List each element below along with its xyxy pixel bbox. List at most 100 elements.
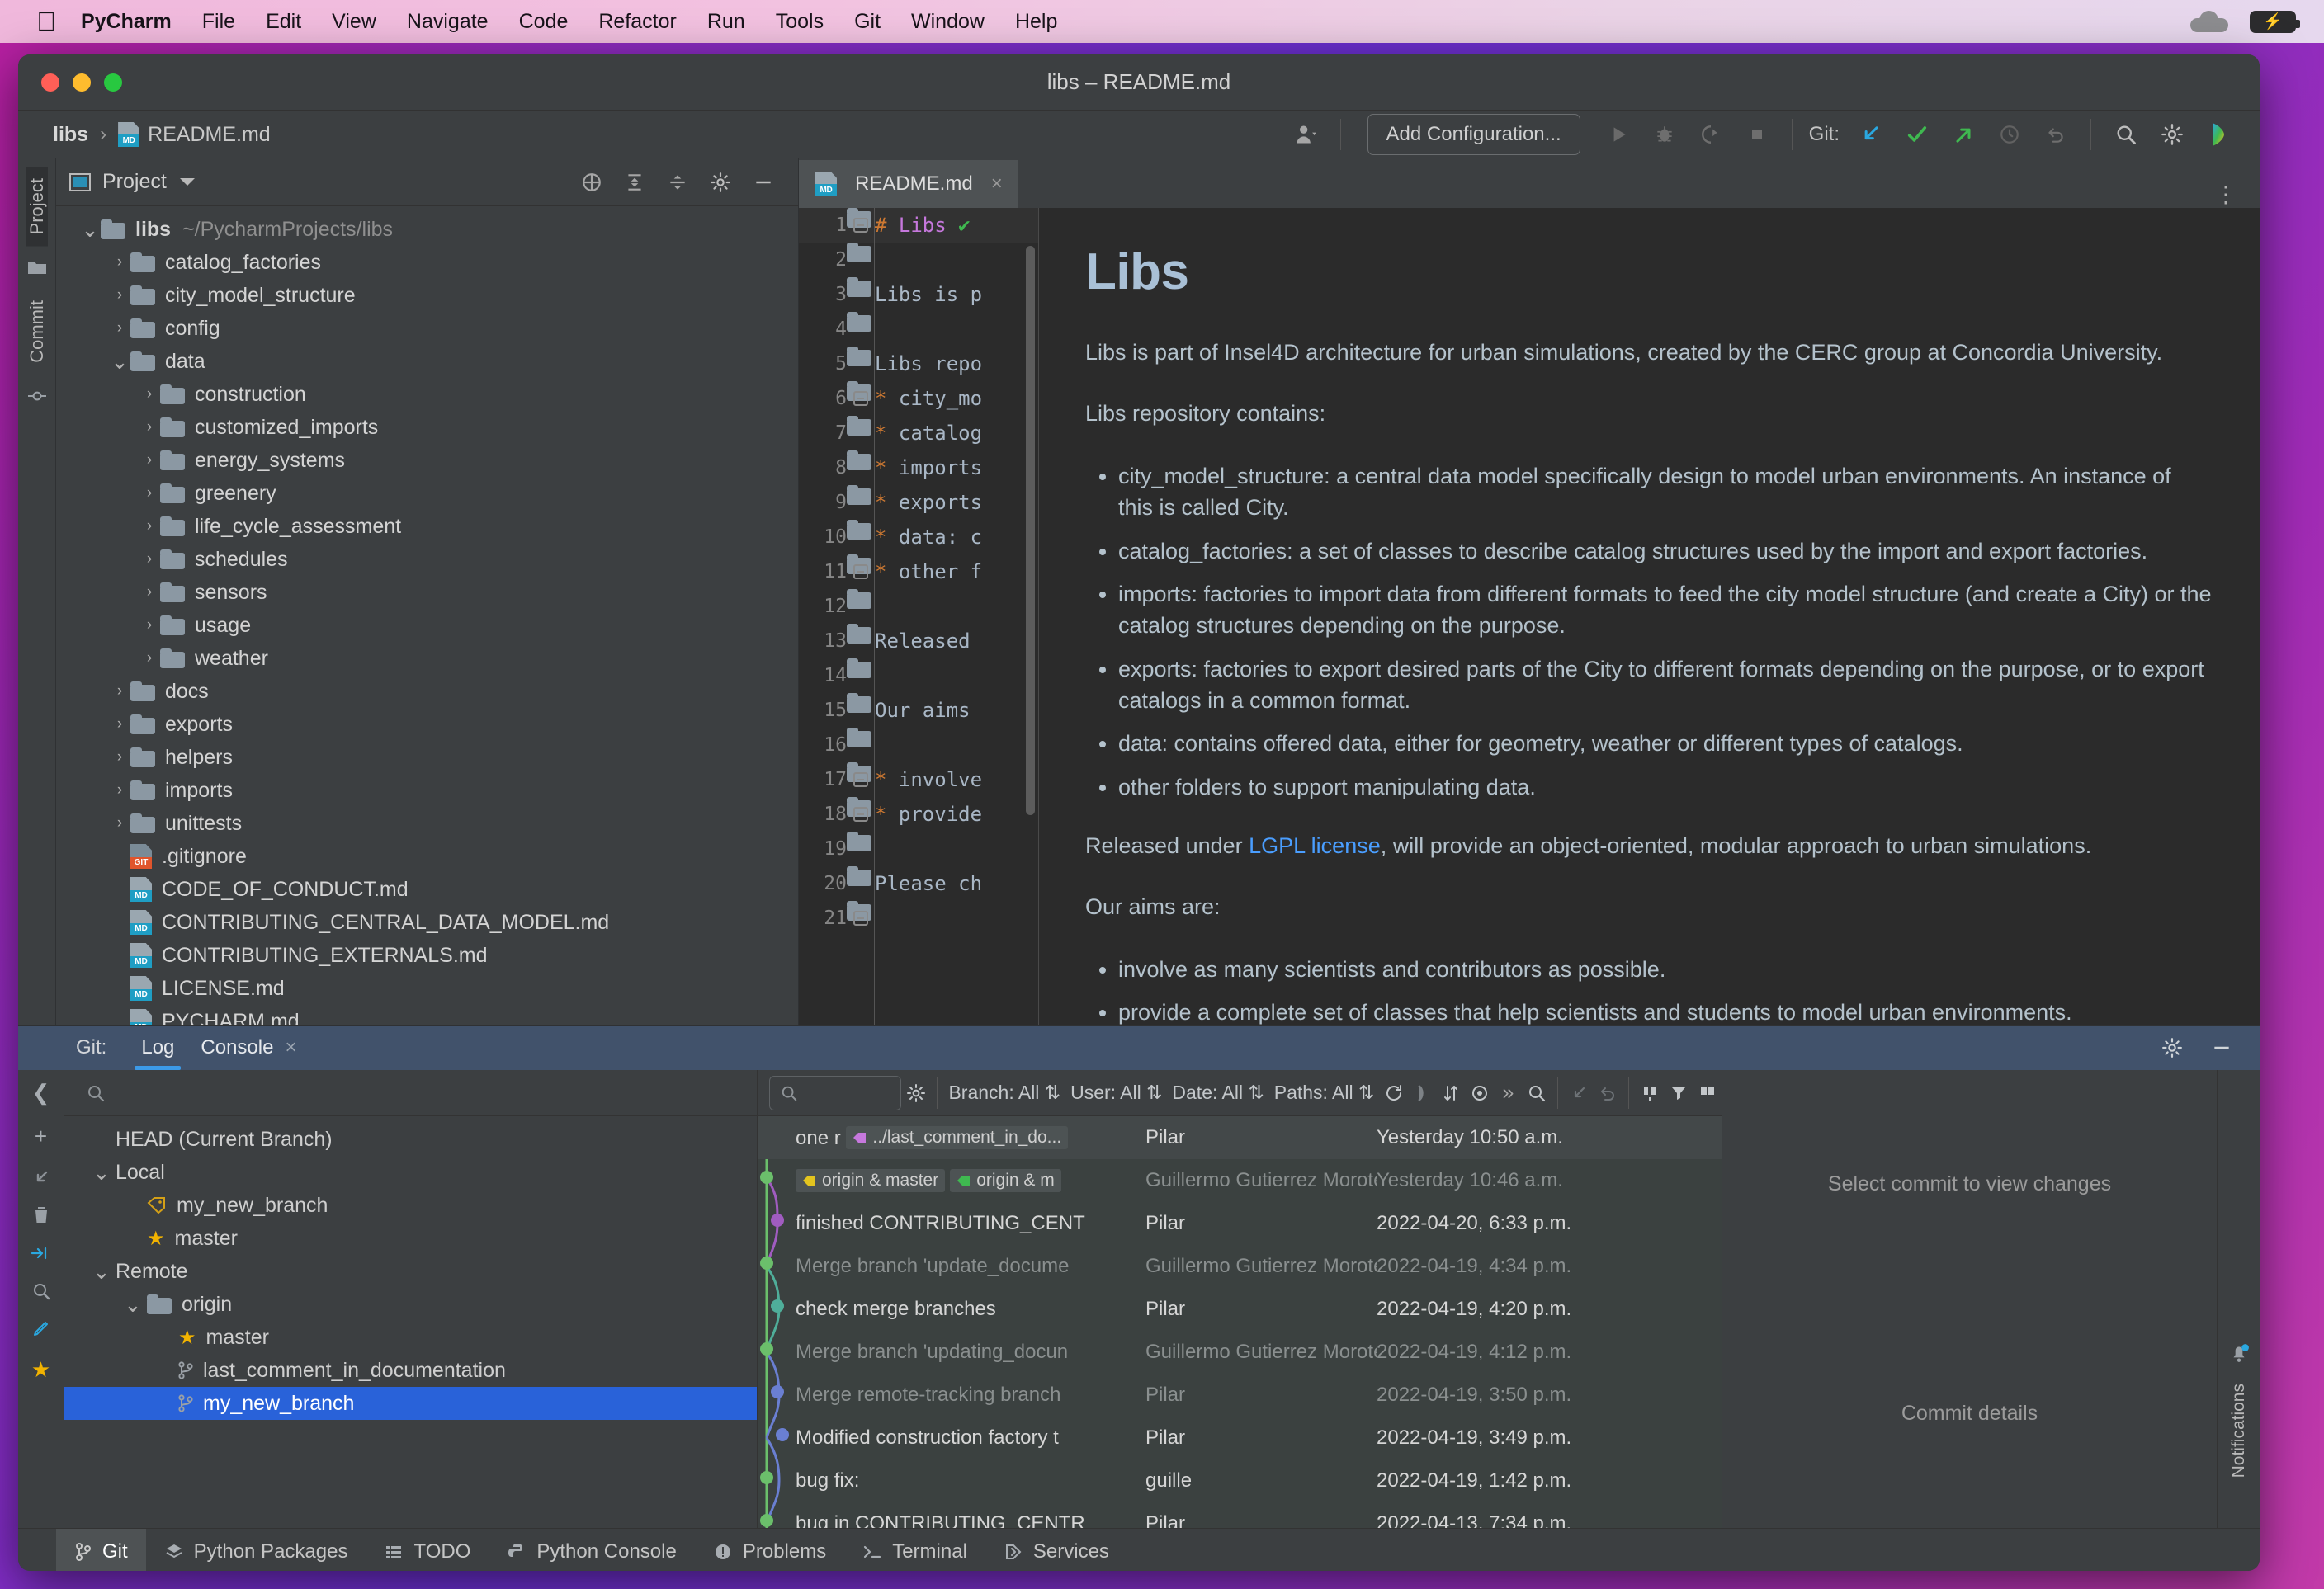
merge-icon[interactable] [31, 1243, 52, 1263]
refresh-log-icon[interactable] [1379, 1073, 1408, 1113]
branch-item-master[interactable]: ★ master [64, 1222, 757, 1255]
group-commits-icon[interactable] [1636, 1073, 1665, 1113]
hide-panel-icon[interactable] [742, 163, 785, 202]
code-line[interactable]: 5 Libs repo [799, 347, 1038, 381]
sidebar-item-notifications[interactable]: Notifications [2229, 1372, 2249, 1489]
tree-item-contributing-central-data-model-md[interactable]: MD CONTRIBUTING_CENTRAL_DATA_MODEL.md [56, 906, 798, 939]
chevron-right-icon[interactable]: › [109, 682, 130, 700]
push-icon[interactable] [1940, 115, 1986, 154]
fold-marker-icon[interactable] [847, 901, 875, 936]
chevron-right-icon[interactable]: › [109, 814, 130, 832]
code-line[interactable]: 3 Libs is p [799, 277, 1038, 312]
branch-item-master[interactable]: ★ master [64, 1321, 757, 1354]
favorite-branch-icon[interactable]: ★ [31, 1357, 50, 1383]
cloud-icon[interactable] [2190, 11, 2228, 32]
commit-row[interactable]: origin & master origin & m Guillermo Gutie… [758, 1159, 1722, 1202]
chevron-right-icon[interactable]: › [109, 253, 130, 271]
chevron-spacer[interactable] [124, 1196, 147, 1214]
close-window-button[interactable] [41, 73, 59, 92]
tree-item-license-md[interactable]: MD LICENSE.md [56, 972, 798, 1005]
chevron-right-icon[interactable]: › [109, 781, 130, 799]
chevron-right-icon[interactable] [109, 979, 130, 997]
chevron-right-icon[interactable]: › [109, 286, 130, 304]
ref-chip[interactable]: ../last_comment_in_do... [846, 1125, 1069, 1149]
revert-icon[interactable] [1594, 1073, 1623, 1113]
search-branch-icon[interactable] [31, 1281, 51, 1301]
chevron-right-icon[interactable] [109, 946, 130, 964]
chevron-spacer[interactable] [155, 1394, 178, 1412]
tree-item-exports[interactable]: › exports [56, 708, 798, 741]
tree-item-imports[interactable]: › imports [56, 774, 798, 807]
breadcrumb-file[interactable]: README.md [148, 123, 271, 147]
code-line[interactable]: 11 * other f [799, 554, 1038, 589]
commit-row[interactable]: Modified construction factory t Pilar 2022… [758, 1417, 1722, 1459]
tree-item--gitignore[interactable]: GIT .gitignore [56, 840, 798, 873]
more-actions-icon[interactable]: » [1494, 1073, 1523, 1113]
stop-icon[interactable] [1734, 115, 1780, 154]
project-settings-gear-icon[interactable] [699, 163, 742, 202]
commit-row[interactable]: finished CONTRIBUTING_CENT Pilar 2022-04-2… [758, 1202, 1722, 1245]
code-line[interactable]: 14 [799, 658, 1038, 693]
commit-row[interactable]: one r ../last_comment_in_do... Pilar Yeste… [758, 1116, 1722, 1159]
update-project-icon[interactable] [1848, 115, 1894, 154]
tree-item-config[interactable]: › config [56, 312, 798, 345]
menu-file[interactable]: File [202, 10, 235, 34]
menu-window[interactable]: Window [911, 10, 985, 34]
tree-item-construction[interactable]: › construction [56, 378, 798, 411]
commit-row[interactable]: check merge branches Pilar 2022-04-19, 4:2… [758, 1288, 1722, 1331]
debug-icon[interactable] [1641, 115, 1688, 154]
apple-logo-icon[interactable]:  [36, 8, 56, 35]
editor-tab-readme[interactable]: MD README.md × [799, 160, 1018, 208]
code-line[interactable]: 15 Our aims [799, 693, 1038, 728]
run-icon[interactable] [1595, 115, 1641, 154]
battery-icon[interactable]: ⚡ [2250, 10, 2300, 33]
bottom-tab-python-console[interactable]: Python Console [489, 1529, 694, 1572]
select-opened-file-icon[interactable] [570, 163, 613, 202]
tree-item-life-cycle-assessment[interactable]: › life_cycle_assessment [56, 510, 798, 543]
tree-item-helpers[interactable]: › helpers [56, 741, 798, 774]
menu-navigate[interactable]: Navigate [407, 10, 489, 34]
chevron-right-icon[interactable]: › [139, 451, 160, 469]
tree-item-data[interactable]: ⌄ data [56, 345, 798, 378]
fold-marker-icon[interactable] [847, 658, 875, 693]
chevron-right-icon[interactable]: › [139, 649, 160, 667]
tree-item-city-model-structure[interactable]: › city_model_structure [56, 279, 798, 312]
code-line[interactable]: 19 [799, 832, 1038, 866]
tree-item-customized-imports[interactable]: › customized_imports [56, 411, 798, 444]
chevron-spacer[interactable] [155, 1328, 178, 1346]
account-icon[interactable] [1282, 115, 1329, 154]
commit-icon[interactable] [1894, 115, 1940, 154]
chevron-down-icon[interactable]: ⌄ [92, 1162, 116, 1183]
tree-item-unittests[interactable]: › unittests [56, 807, 798, 840]
lgpl-license-link[interactable]: LGPL license [1249, 833, 1381, 858]
code-line[interactable]: 21 [799, 901, 1038, 936]
chevron-spacer[interactable] [92, 1130, 116, 1148]
menu-tools[interactable]: Tools [776, 10, 824, 34]
checkout-icon[interactable] [31, 1167, 51, 1187]
tree-item-docs[interactable]: › docs [56, 675, 798, 708]
chevron-spacer[interactable] [124, 1229, 147, 1247]
project-file-tree[interactable]: ⌄ libs ~/PycharmProjects/libs › catalog_fact… [56, 206, 798, 1025]
chevron-right-icon[interactable] [109, 880, 130, 898]
cherry-pick-icon[interactable] [1565, 1073, 1594, 1113]
menu-help[interactable]: Help [1015, 10, 1057, 34]
chevron-right-icon[interactable]: › [139, 583, 160, 601]
tree-item-weather[interactable]: › weather [56, 642, 798, 675]
project-folder-icon[interactable] [27, 259, 47, 276]
tab-console[interactable]: Console × [187, 1026, 309, 1070]
filter-user[interactable]: User: All ⇅ [1070, 1082, 1162, 1104]
menu-code[interactable]: Code [519, 10, 569, 34]
tree-item-energy-systems[interactable]: › energy_systems [56, 444, 798, 477]
branch-item-my-new-branch[interactable]: my_new_branch [64, 1387, 757, 1420]
code-line[interactable]: 6 * city_mo [799, 381, 1038, 416]
fold-marker-icon[interactable] [847, 277, 875, 312]
branch-item-head-current-branch-[interactable]: HEAD (Current Branch) [64, 1123, 757, 1156]
branch-item-last-comment-in-documentation[interactable]: last_comment_in_documentation [64, 1354, 757, 1387]
commit-list[interactable]: one r ../last_comment_in_do... Pilar Yeste… [758, 1116, 1722, 1528]
bottom-tab-services[interactable]: Services [985, 1529, 1127, 1572]
log-settings-gear-icon[interactable] [901, 1073, 930, 1113]
chevron-right-icon[interactable]: › [139, 616, 160, 634]
notifications-bell-icon[interactable] [2228, 1342, 2250, 1364]
editor-scrollbar[interactable] [1026, 246, 1035, 815]
expand-all-icon[interactable] [613, 163, 656, 202]
